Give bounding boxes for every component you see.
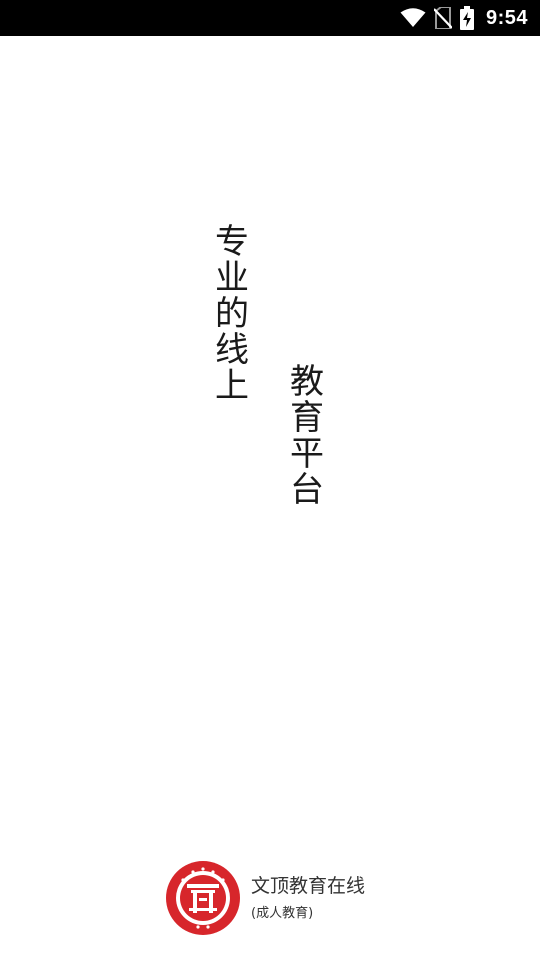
battery-charging-icon	[459, 6, 474, 30]
slogan-char: 线	[215, 330, 249, 370]
status-icons: 9:54	[400, 0, 528, 36]
slogan-char: 平	[290, 434, 324, 474]
slogan-char: 业	[215, 258, 249, 298]
status-bar: 9:54	[0, 0, 540, 36]
brand-logo-icon	[165, 860, 241, 936]
brand-text: 文顶教育在线 (成人教育)	[251, 874, 365, 922]
slogan-char: 上	[215, 366, 249, 406]
slogan-column-2: 教 育 平 台	[290, 364, 324, 508]
brand-subtitle: (成人教育)	[251, 906, 314, 921]
brand-footer: 文顶教育在线 (成人教育)	[165, 860, 365, 936]
slogan-char: 教	[290, 362, 324, 402]
slogan-char: 育	[290, 398, 324, 438]
slogan-char: 专	[215, 222, 249, 262]
slogan-char: 台	[290, 470, 324, 510]
status-time: 9:54	[485, 6, 528, 29]
wifi-icon	[400, 8, 426, 28]
splash-screen: 9:54 专 业 的 线 上 教 育 平 台 文顶教育在线 (成人教育)	[0, 0, 540, 960]
slogan-column-1: 专 业 的 线 上	[215, 224, 249, 404]
brand-name: 文顶教育在线	[251, 875, 366, 897]
no-sim-icon	[433, 7, 452, 29]
slogan-char: 的	[215, 294, 249, 334]
